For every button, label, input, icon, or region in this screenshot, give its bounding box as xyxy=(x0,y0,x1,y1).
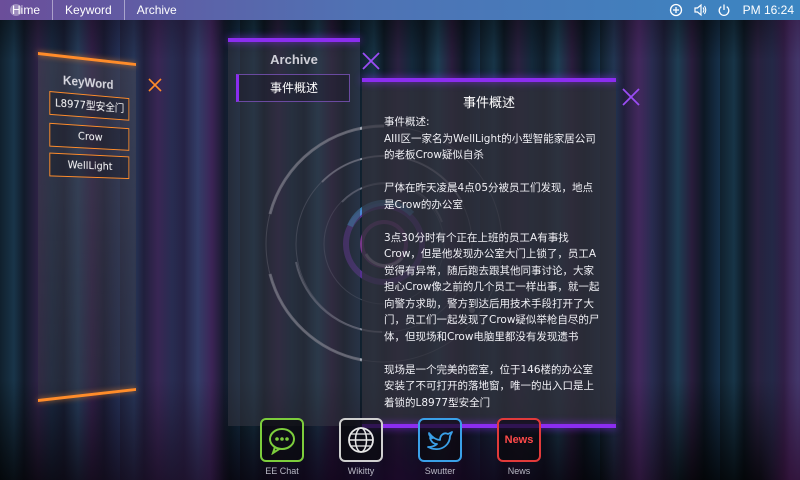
detail-paragraph: 现场是一个完美的密室，位于146楼的办公室安装了不可打开的落地窗，唯一的出入口是… xyxy=(384,363,594,409)
archive-item-event-summary[interactable]: 事件概述 xyxy=(236,74,350,102)
dock-app-swutter[interactable]: Swutter xyxy=(416,418,464,476)
chat-bubble-icon xyxy=(269,428,295,455)
menu-item-keyword[interactable]: Keyword xyxy=(53,0,125,20)
swutter-app-icon[interactable] xyxy=(418,418,462,462)
menu-item-home[interactable]: Hime xyxy=(0,0,54,20)
dock-app-label: EE Chat xyxy=(265,466,299,476)
power-icon[interactable] xyxy=(717,3,731,17)
detail-paragraph: 尸体在昨天凌晨4点05分被员工们发现，地点是Crow的办公室 xyxy=(384,182,594,211)
event-detail-panel: 事件概述 事件概述: AIII区一家名为WellLight的小型智能家居公司的老… xyxy=(362,78,616,428)
app-dock: EE Chat Wikitty Swutter News News xyxy=(0,418,800,480)
detail-panel-top-bar xyxy=(362,78,616,82)
dock-app-label: Swutter xyxy=(424,466,456,476)
close-keyword-panel-icon[interactable] xyxy=(148,78,162,92)
news-app-icon[interactable]: News xyxy=(497,418,541,462)
menu-item-archive[interactable]: Archive xyxy=(125,0,189,20)
system-tray: PM 16:24 xyxy=(669,0,794,20)
keyword-item-crow[interactable]: Crow xyxy=(49,122,130,151)
clock: PM 16:24 xyxy=(742,3,794,17)
ee-chat-app-icon[interactable] xyxy=(260,418,304,462)
add-icon[interactable] xyxy=(669,3,683,17)
archive-panel: Archive 事件概述 xyxy=(228,38,360,426)
dock-app-news[interactable]: News News xyxy=(495,418,543,476)
dock-app-wikitty[interactable]: Wikitty xyxy=(337,418,385,476)
globe-icon xyxy=(348,427,374,453)
wikitty-app-icon[interactable] xyxy=(339,418,383,462)
volume-icon[interactable] xyxy=(693,3,707,17)
keyword-panel: KeyWord L8977型安全门 Crow WellLight xyxy=(38,52,136,402)
dock-app-label: Wikitty xyxy=(347,466,375,476)
keyword-item-door[interactable]: L8977型安全门 xyxy=(49,91,130,121)
archive-panel-title: Archive xyxy=(270,52,318,67)
detail-panel-title: 事件概述 xyxy=(462,96,515,111)
detail-heading: 事件概述: xyxy=(384,116,430,128)
close-archive-panel-icon[interactable] xyxy=(362,52,380,70)
close-detail-panel-icon[interactable] xyxy=(622,88,640,106)
keyword-item-welllight[interactable]: WellLight xyxy=(49,152,130,180)
archive-panel-top-bar xyxy=(228,38,360,42)
detail-panel-body[interactable]: 事件概述: AIII区一家名为WellLight的小型智能家居公司的老板Crow… xyxy=(384,114,600,428)
dock-app-label: News xyxy=(507,466,531,476)
bird-icon xyxy=(427,431,453,450)
news-icon: News xyxy=(504,434,534,446)
dock-app-ee-chat[interactable]: EE Chat xyxy=(258,418,306,476)
detail-paragraph: AIII区一家名为WellLight的小型智能家居公司的老板Crow疑似自杀 xyxy=(384,132,596,162)
system-logo-icon[interactable] xyxy=(10,4,22,16)
top-menu-bar: Hime Keyword Archive PM 16:24 xyxy=(0,0,800,20)
detail-paragraph: 3点30分时有个正在上班的员工A有事找Crow，但是他发现办公室大门上锁了，员工… xyxy=(384,231,600,343)
